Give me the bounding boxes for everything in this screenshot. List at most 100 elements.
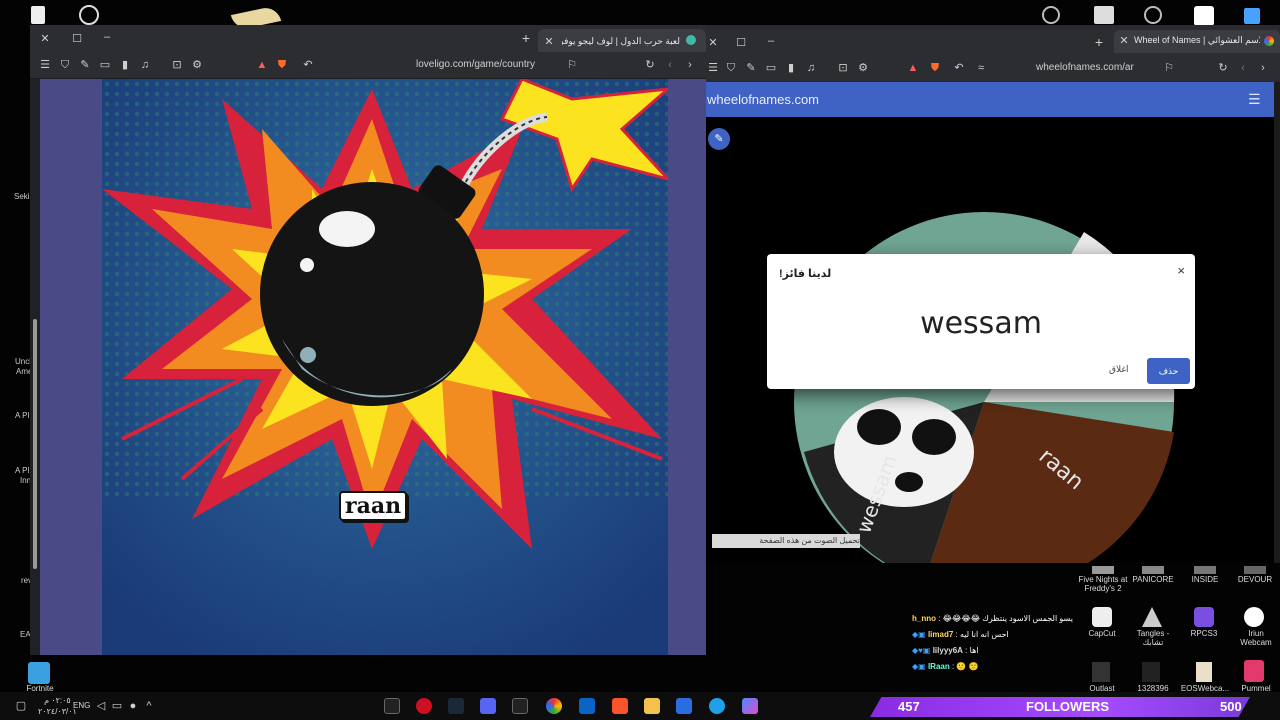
forward-icon[interactable]: › bbox=[1256, 61, 1270, 75]
pin-icon[interactable]: ✎ bbox=[744, 61, 758, 75]
google-icon[interactable] bbox=[1194, 6, 1214, 26]
dialog-close-icon[interactable]: × bbox=[1177, 263, 1185, 278]
brave-rewards-icon[interactable]: ▲ bbox=[255, 58, 269, 72]
language-indicator[interactable]: ENG bbox=[73, 701, 90, 710]
music-icon[interactable]: ♫ bbox=[804, 61, 818, 75]
file-explorer-icon[interactable] bbox=[644, 698, 660, 714]
desktop-icon-label[interactable]: INSIDE bbox=[1180, 575, 1230, 585]
game-icon[interactable] bbox=[1244, 566, 1266, 574]
game-icon[interactable] bbox=[1142, 566, 1164, 574]
brave-icon[interactable] bbox=[612, 698, 628, 714]
notification-icon[interactable]: ▢ bbox=[14, 699, 28, 713]
speaker-icon[interactable]: ◁ bbox=[94, 699, 108, 713]
maximize-icon[interactable]: ☐ bbox=[70, 32, 84, 46]
desktop-icon-label[interactable]: RPCS3 bbox=[1182, 629, 1226, 639]
game-icon[interactable] bbox=[1194, 566, 1216, 574]
forward-icon[interactable]: › bbox=[683, 58, 697, 72]
outlook-icon[interactable] bbox=[579, 698, 595, 714]
extensions-icon[interactable]: ⚙ bbox=[190, 58, 204, 72]
app-icon[interactable] bbox=[1244, 8, 1260, 24]
microphone-icon[interactable]: ● bbox=[126, 699, 140, 713]
pummel-icon[interactable] bbox=[1244, 660, 1264, 682]
desktop-icon-label[interactable]: PANICORE bbox=[1128, 575, 1178, 585]
app-logo-icon[interactable] bbox=[79, 5, 99, 25]
network-icon[interactable]: ▭ bbox=[110, 699, 124, 713]
game-icon[interactable] bbox=[1092, 566, 1114, 574]
reload-icon[interactable]: ↻ bbox=[1216, 61, 1230, 75]
epic-games-icon[interactable] bbox=[512, 698, 528, 714]
fortnite-icon[interactable] bbox=[28, 662, 50, 684]
new-tab-icon[interactable]: + bbox=[519, 31, 533, 45]
screenshot-icon[interactable]: ⊡ bbox=[836, 61, 850, 75]
tab-wheel-of-names[interactable]: ✕ Wheel of Names | الاسم العشوائي bbox=[1114, 30, 1280, 53]
close-tab-icon[interactable]: ✕ bbox=[1117, 34, 1131, 48]
outlast-icon[interactable] bbox=[1092, 662, 1110, 682]
rpcs3-icon[interactable] bbox=[1194, 607, 1214, 627]
sound-download-tooltip[interactable]: تحميل الصوت من هذه الصفحة bbox=[712, 534, 860, 548]
brave-shield-icon[interactable]: ⛊ bbox=[928, 61, 942, 75]
reload-icon[interactable]: ↻ bbox=[643, 58, 657, 72]
hamburger-menu-icon[interactable]: ☰ bbox=[1248, 91, 1262, 108]
capcut-icon[interactable] bbox=[1092, 607, 1112, 627]
sidebar-icon[interactable]: ▮ bbox=[784, 61, 798, 75]
tab-loveligo[interactable]: ✕ لعبة حرب الدول | لوف ليجو يوفر أ... bbox=[538, 29, 706, 52]
sidebar-icon[interactable]: ▮ bbox=[118, 58, 132, 72]
clock[interactable]: ٠٢:٠٥ م ٢٠٢٤/٠٣/٠١ bbox=[38, 695, 77, 717]
address-bar[interactable]: wheelofnames.com/ar bbox=[1036, 62, 1134, 73]
steam-icon[interactable] bbox=[448, 698, 464, 714]
bookmark-icon[interactable]: ⚐ bbox=[565, 58, 579, 72]
app-icon[interactable] bbox=[1042, 6, 1060, 24]
file-icon[interactable] bbox=[1142, 662, 1160, 682]
app-icon[interactable] bbox=[1144, 6, 1162, 24]
epic-games-icon[interactable] bbox=[384, 698, 400, 714]
desktop-icon-label[interactable]: Tangles - تشابك bbox=[1128, 629, 1178, 648]
minimize-icon[interactable]: – bbox=[764, 34, 778, 48]
back-icon[interactable]: ‹ bbox=[663, 58, 677, 72]
site-title[interactable]: wheelofnames.com bbox=[707, 92, 819, 107]
remove-winner-button[interactable]: حذف bbox=[1147, 358, 1190, 384]
desktop-icon-label[interactable]: Iriun Webcam bbox=[1234, 629, 1278, 648]
discord-icon[interactable] bbox=[480, 698, 496, 714]
desktop-icon-label[interactable]: CapCut bbox=[1080, 629, 1124, 639]
copilot-icon[interactable] bbox=[742, 698, 758, 714]
file-icon[interactable] bbox=[1196, 662, 1212, 682]
browser-window-left[interactable]: ✕ ☐ – + ✕ لعبة حرب الدول | لوف ليجو يوفر… bbox=[30, 25, 706, 655]
app-icon[interactable] bbox=[416, 698, 432, 714]
desktop-icon-label[interactable]: Five Nights at Freddy's 2 bbox=[1074, 575, 1132, 594]
close-dialog-button[interactable]: اغلاق bbox=[1109, 364, 1129, 375]
bookmark-icon[interactable]: ⚐ bbox=[1162, 61, 1176, 75]
edit-pencil-icon[interactable]: ✎ bbox=[708, 128, 730, 150]
music-icon[interactable]: ♫ bbox=[138, 58, 152, 72]
shield-icon[interactable]: ⛉ bbox=[58, 58, 72, 72]
screenshot-icon[interactable]: ⊡ bbox=[170, 58, 184, 72]
scrollbar-thumb[interactable] bbox=[33, 319, 37, 569]
minimize-icon[interactable]: – bbox=[100, 30, 114, 44]
tabs-icon[interactable]: ▭ bbox=[98, 58, 112, 72]
chrome-icon[interactable] bbox=[546, 698, 562, 714]
extensions-icon[interactable]: ⚙ bbox=[856, 61, 870, 75]
app-icon[interactable] bbox=[1094, 6, 1114, 24]
menu-icon[interactable]: ☰ bbox=[706, 61, 720, 75]
close-window-icon[interactable]: ✕ bbox=[706, 36, 720, 50]
tabs-icon[interactable]: ▭ bbox=[764, 61, 778, 75]
brave-shield-icon[interactable]: ⛊ bbox=[275, 58, 289, 72]
tray-expand-icon[interactable]: ^ bbox=[142, 699, 156, 713]
share-icon[interactable]: ↶ bbox=[301, 58, 315, 72]
new-tab-icon[interactable]: + bbox=[1092, 35, 1106, 49]
edge-icon[interactable] bbox=[709, 698, 725, 714]
brave-rewards-icon[interactable]: ▲ bbox=[906, 61, 920, 75]
game-canvas[interactable]: × raan bbox=[102, 79, 668, 655]
back-icon[interactable]: ‹ bbox=[1236, 61, 1250, 75]
iriun-webcam-icon[interactable] bbox=[1244, 607, 1264, 627]
scrollbar[interactable] bbox=[30, 79, 40, 655]
document-icon[interactable] bbox=[31, 6, 45, 24]
close-tab-icon[interactable]: ✕ bbox=[542, 35, 556, 49]
scrollbar[interactable] bbox=[1274, 82, 1280, 563]
address-bar[interactable]: loveligo.com/game/country bbox=[416, 59, 535, 70]
maximize-icon[interactable]: ☐ bbox=[734, 36, 748, 50]
share-icon[interactable]: ↶ bbox=[952, 61, 966, 75]
pin-icon[interactable]: ✎ bbox=[78, 58, 92, 72]
desktop-icon-label[interactable]: DEVOUR bbox=[1232, 575, 1278, 585]
shield-icon[interactable]: ⛉ bbox=[724, 61, 738, 75]
store-icon[interactable] bbox=[676, 698, 692, 714]
